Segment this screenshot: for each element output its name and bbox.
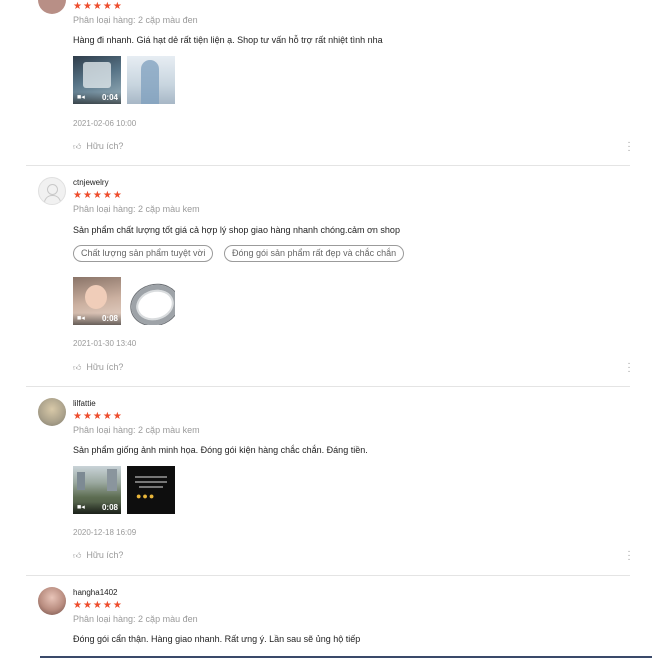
review-video-thumbnail[interactable]: ■◂ 0:08 [73, 277, 121, 325]
helpful-label: Hữu ích? [86, 141, 124, 151]
review-tag: Đóng gói sản phẩm rất đẹp và chắc chắn [224, 245, 405, 262]
helpful-button[interactable]: 👍︎ Hữu ích? [73, 362, 123, 373]
more-vertical-icon[interactable]: · · · [626, 359, 632, 377]
video-camera-icon: ■◂ [77, 94, 85, 101]
review-image[interactable]: ●●● [127, 466, 175, 514]
review-video-thumbnail[interactable]: ■◂ 0:04 [73, 56, 121, 104]
divider [26, 386, 630, 387]
review-time: 2021-02-06 10:00 [73, 119, 137, 128]
review-video-thumbnail[interactable]: ■◂ 0:08 [73, 466, 121, 514]
review-time: 2021-01-30 13:40 [73, 339, 137, 348]
emoji-icons: ●●● [136, 491, 156, 501]
avatar[interactable] [38, 177, 66, 205]
review-text: Sản phẩm giống ảnh minh họa. Đóng gói ki… [73, 445, 368, 455]
review-image[interactable] [127, 277, 175, 325]
video-camera-icon: ■◂ [77, 504, 85, 511]
avatar[interactable] [38, 587, 66, 615]
review-time: 2020-12-18 16:09 [73, 528, 137, 537]
variant-label: Phân loại hàng: 2 cặp màu kem [73, 425, 200, 435]
variant-label: Phân loại hàng: 2 cặp màu đen [73, 15, 198, 25]
video-duration: 0:08 [101, 314, 118, 323]
default-user-icon [47, 184, 58, 195]
variant-label: Phân loại hàng: 2 cặp màu đen [73, 614, 198, 624]
thumbs-up-icon: 👍︎ [73, 142, 82, 151]
rating-stars: ★★★★★ [73, 190, 123, 201]
rating-stars: ★★★★★ [73, 411, 123, 422]
avatar[interactable] [38, 398, 66, 426]
rating-stars: ★★★★★ [73, 1, 123, 12]
review-text: Sản phẩm chất lượng tốt giá cả hợp lý sh… [73, 225, 400, 235]
avatar[interactable] [38, 0, 66, 14]
helpful-button[interactable]: 👍︎ Hữu ích? [73, 141, 123, 152]
variant-label: Phân loại hàng: 2 cặp màu kem [73, 204, 200, 214]
review-text: Đóng gói cẩn thận. Hàng giao nhanh. Rất … [73, 634, 361, 644]
review-text: Hàng đi nhanh. Giá hạt dẻ rất tiện liện … [73, 35, 383, 45]
divider [26, 165, 630, 166]
username[interactable]: lilfattie [73, 399, 96, 408]
thumbs-up-icon: 👍︎ [73, 551, 82, 560]
rating-stars: ★★★★★ [73, 600, 123, 611]
divider [26, 575, 630, 576]
video-duration: 0:08 [101, 503, 118, 512]
review-tag: Chất lượng sản phẩm tuyệt vời [73, 245, 214, 262]
video-duration: 0:04 [101, 93, 118, 102]
thumbs-up-icon: 👍︎ [73, 363, 82, 372]
more-vertical-icon[interactable]: · · · [626, 138, 632, 156]
ring-image [127, 279, 175, 325]
username[interactable]: hangha1402 [73, 588, 118, 597]
more-vertical-icon[interactable]: · · · [626, 547, 632, 565]
username[interactable]: ctnjewelry [73, 178, 109, 187]
video-camera-icon: ■◂ [77, 315, 85, 322]
review-image[interactable] [127, 56, 175, 104]
bottom-edge [40, 656, 652, 658]
helpful-label: Hữu ích? [86, 550, 124, 560]
helpful-button[interactable]: 👍︎ Hữu ích? [73, 550, 123, 561]
helpful-label: Hữu ích? [86, 362, 124, 372]
